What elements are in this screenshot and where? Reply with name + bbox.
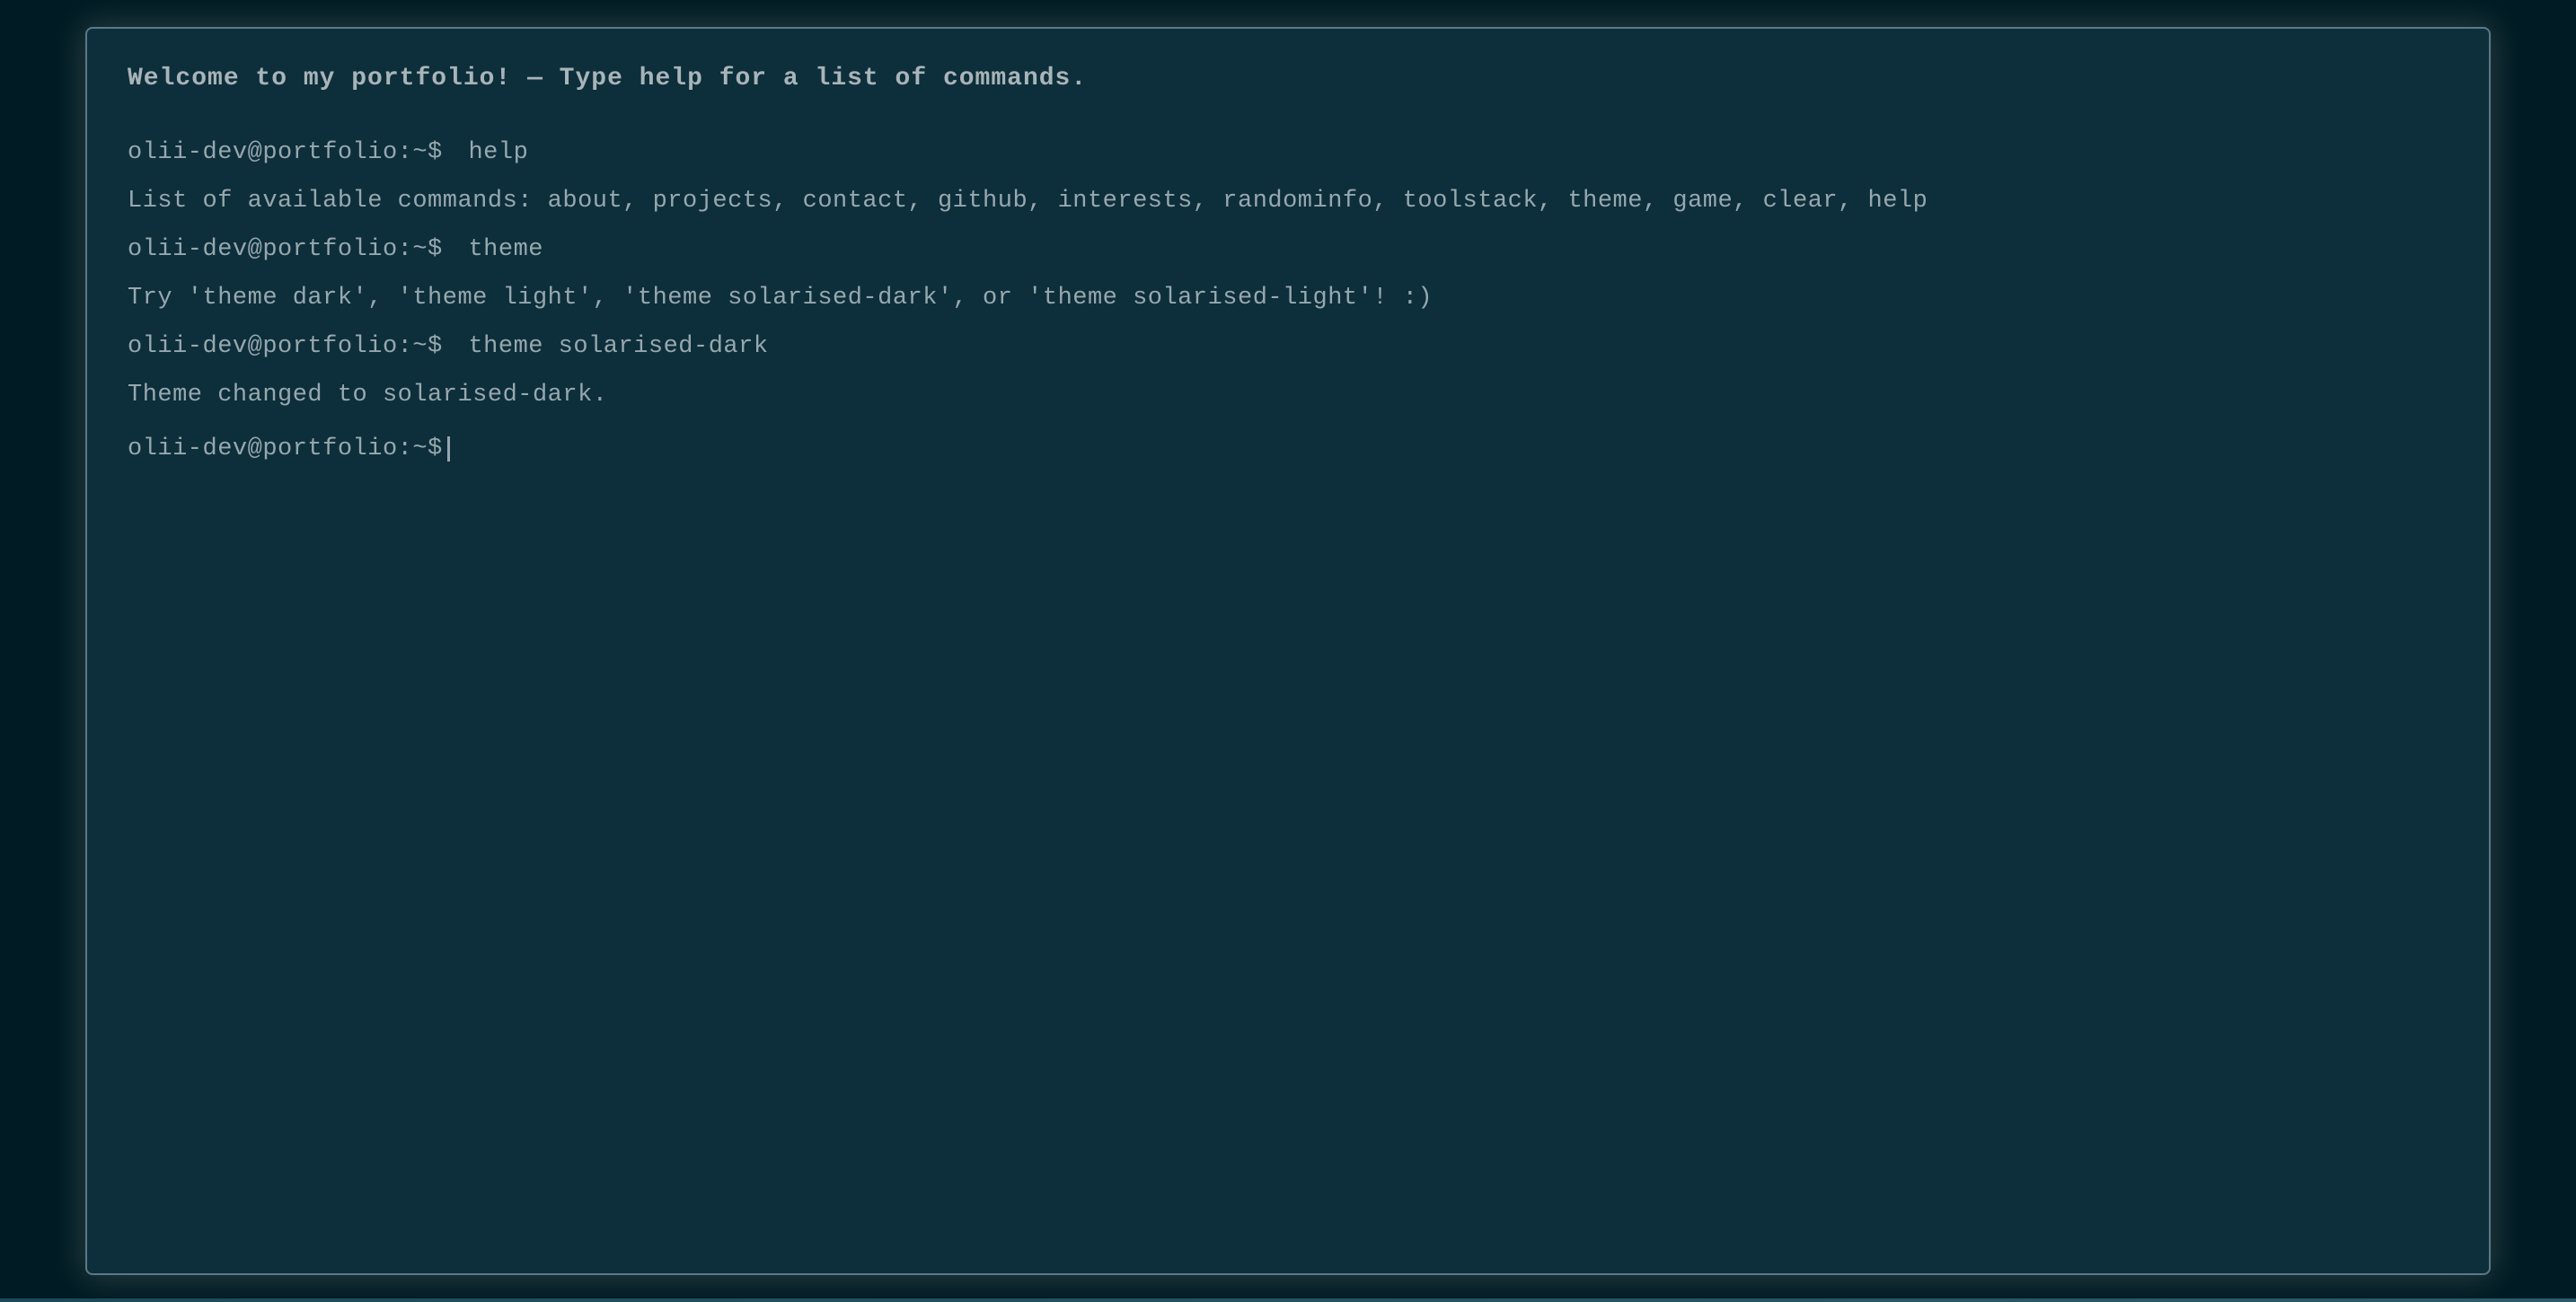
history-entry-2: olii-dev@portfolio:~$ theme solarised-da…: [128, 322, 2448, 371]
bottom-edge-decoration: [0, 1298, 2576, 1302]
command-text: theme solarised-dark: [468, 333, 768, 360]
output-1: Try 'theme dark', 'theme light', 'theme …: [128, 274, 2448, 322]
welcome-message: Welcome to my portfolio! — Type help for…: [128, 65, 2448, 92]
cursor-icon: [447, 436, 450, 462]
command-text: theme: [468, 236, 543, 263]
command-text: help: [468, 139, 528, 166]
output-0: List of available commands: about, proje…: [128, 177, 2448, 225]
current-prompt: olii-dev@portfolio:~$: [128, 435, 443, 462]
prompt: olii-dev@portfolio:~$: [128, 333, 443, 360]
output-2: Theme changed to solarised-dark.: [128, 371, 2448, 419]
prompt: olii-dev@portfolio:~$: [128, 139, 443, 166]
terminal-input[interactable]: [457, 435, 2448, 462]
history-entry-1: olii-dev@portfolio:~$ theme: [128, 225, 2448, 274]
prompt: olii-dev@portfolio:~$: [128, 236, 443, 263]
history-entry-0: olii-dev@portfolio:~$ help: [128, 128, 2448, 177]
input-line: olii-dev@portfolio:~$: [128, 435, 2448, 462]
terminal-window[interactable]: Welcome to my portfolio! — Type help for…: [85, 27, 2491, 1275]
